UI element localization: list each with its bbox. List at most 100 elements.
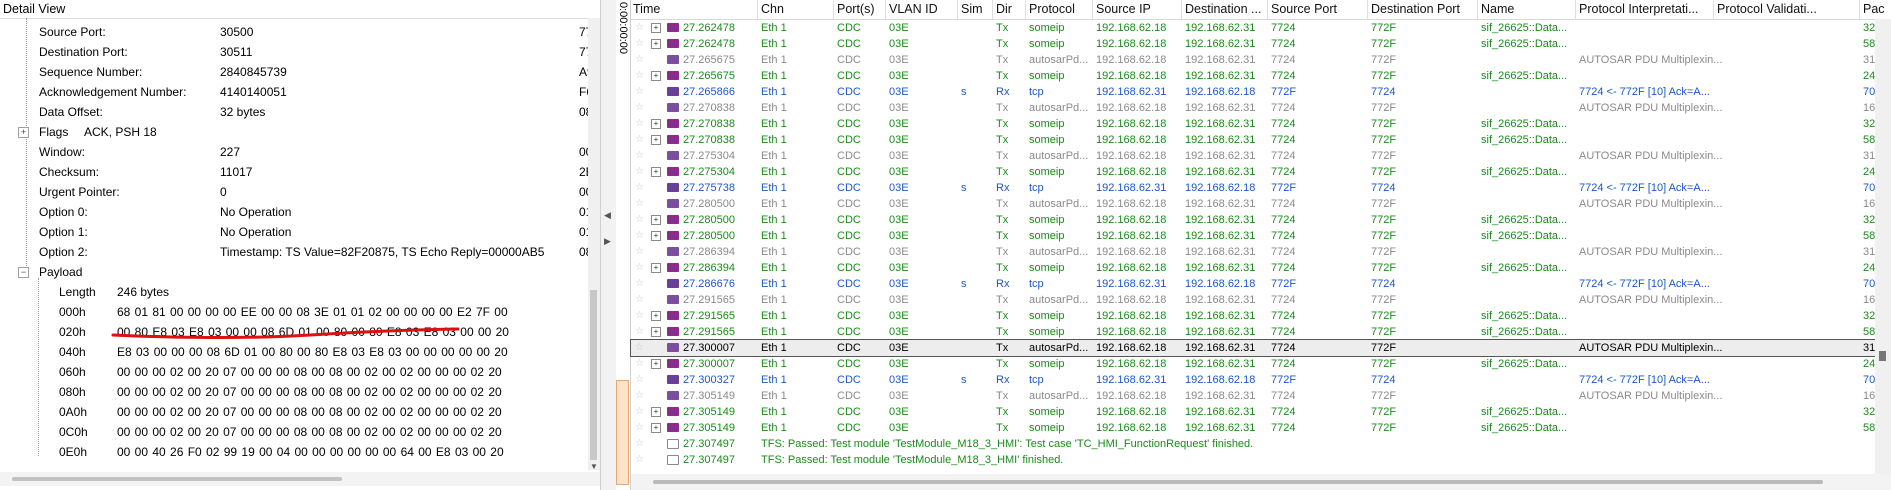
column-header-9[interactable]: Destination ... (1185, 2, 1261, 16)
hex-row[interactable]: 0A0h 00 00 00 02 00 20 07 00 00 00 08 00 … (0, 402, 600, 422)
bookmark-star-icon[interactable]: ☆ (635, 358, 644, 369)
expand-row-icon[interactable]: + (651, 231, 661, 241)
expand-right-arrow-icon[interactable]: ▶ (604, 236, 611, 247)
bookmark-star-icon[interactable]: ☆ (635, 230, 644, 241)
column-separator[interactable] (1713, 0, 1714, 19)
bookmark-star-icon[interactable]: ☆ (635, 390, 644, 401)
detail-field-row[interactable]: Urgent Pointer: 0 00 (0, 182, 600, 202)
hex-row[interactable]: 080h 00 00 00 02 00 20 07 00 00 00 08 00 … (0, 382, 600, 402)
trace-row[interactable]: ☆ 27.305149 Eth 1 CDC 03E Tx autosarPd... 192.1… (631, 388, 1881, 404)
bookmark-star-icon[interactable]: ☆ (635, 406, 644, 417)
hex-row[interactable]: 000h 68 01 81 00 00 00 00 EE 00 00 08 3E … (0, 302, 600, 322)
trace-row[interactable]: ☆ 27.265675 Eth 1 CDC 03E Tx autosarPd... 192.1… (631, 52, 1881, 68)
column-header-2[interactable]: Chn (761, 2, 784, 16)
hex-row[interactable]: 040h E8 03 00 00 00 08 6D 01 00 80 00 80 … (0, 342, 600, 362)
trace-row[interactable]: ☆ 27.275738 Eth 1 CDC 03E s Rx tcp 192.168.62.31… (631, 180, 1875, 196)
hex-row[interactable]: 0E0h 00 00 40 26 F0 02 99 19 00 04 00 00 … (0, 442, 600, 462)
expand-row-icon[interactable]: + (651, 263, 661, 273)
column-separator[interactable] (1575, 0, 1576, 19)
trace-row[interactable]: ☆ 27.286676 Eth 1 CDC 03E s Rx tcp 192.168.62.31… (631, 276, 1875, 292)
bookmark-star-icon[interactable]: ☆ (635, 150, 644, 161)
bookmark-star-icon[interactable]: ☆ (635, 438, 644, 449)
column-separator[interactable] (1367, 0, 1368, 19)
column-separator[interactable] (1477, 0, 1478, 19)
bookmark-star-icon[interactable]: ☆ (635, 454, 644, 465)
expand-row-icon[interactable]: + (651, 215, 661, 225)
expand-row-icon[interactable]: + (651, 359, 661, 369)
trace-row[interactable]: ☆ 27.300327 Eth 1 CDC 03E s Rx tcp 192.168.62.31… (631, 372, 1875, 388)
column-header-7[interactable]: Protocol (1029, 2, 1075, 16)
expand-row-icon[interactable]: + (651, 407, 661, 417)
trace-row[interactable]: ☆ +27.270838 Eth 1 CDC 03E Tx someip 192.168.62… (631, 116, 1875, 132)
bookmark-star-icon[interactable]: ☆ (635, 22, 644, 33)
trace-row-selected[interactable]: ☆ 27.300007 Eth 1 CDC 03E Tx autosarPd... 192.1… (630, 339, 1881, 357)
detail-hscroll-thumb[interactable] (12, 477, 342, 481)
trace-hscroll-thumb[interactable] (653, 480, 1823, 484)
column-separator[interactable] (1267, 0, 1268, 19)
expand-row-icon[interactable]: + (651, 23, 661, 33)
bookmark-star-icon[interactable]: ☆ (635, 342, 644, 353)
test-message-row[interactable]: ☆ 27.307497 TFS: Passed: Test module 'Test… (631, 452, 1875, 468)
trace-row[interactable]: ☆ 27.286394 Eth 1 CDC 03E Tx autosarPd... 192.1… (631, 244, 1881, 260)
column-separator[interactable] (1859, 0, 1860, 19)
detail-field-row[interactable]: Data Offset: 32 bytes 08 (0, 102, 600, 122)
detail-field-row[interactable]: Checksum: 11017 2B (0, 162, 600, 182)
detail-vertical-scrollbar[interactable] (588, 18, 600, 470)
trace-row[interactable]: ☆ +27.305149 Eth 1 CDC 03E Tx someip 192.168.62… (631, 404, 1875, 420)
column-header-6[interactable]: Dir (996, 2, 1012, 16)
trace-row[interactable]: ☆ +27.262478 Eth 1 CDC 03E Tx someip 192.168.62… (631, 36, 1875, 52)
bookmark-star-icon[interactable]: ☆ (635, 166, 644, 177)
trace-scroll-thumb[interactable] (1879, 351, 1886, 361)
scroll-down-arrow-icon[interactable]: ▼ (590, 462, 598, 471)
column-header-13[interactable]: Protocol Interpretati... (1579, 2, 1699, 16)
detail-field-row[interactable]: Option 1: No Operation 01 (0, 222, 600, 242)
detail-field-row[interactable]: Acknowledgement Number: 4140140051 F6 (0, 82, 600, 102)
bookmark-star-icon[interactable]: ☆ (635, 118, 644, 129)
expand-row-icon[interactable]: + (651, 119, 661, 129)
trace-row[interactable]: ☆ +27.270838 Eth 1 CDC 03E Tx someip 192.168.62… (631, 132, 1875, 148)
trace-row[interactable]: ☆ +27.291565 Eth 1 CDC 03E Tx someip 192.168.62… (631, 324, 1875, 340)
column-header-4[interactable]: VLAN ID (889, 2, 938, 16)
trace-row[interactable]: ☆ 27.275304 Eth 1 CDC 03E Tx autosarPd... 192.1… (631, 148, 1881, 164)
detail-scroll-thumb[interactable] (590, 290, 597, 460)
expand-row-icon[interactable]: + (651, 167, 661, 177)
trace-row[interactable]: ☆ +27.280500 Eth 1 CDC 03E Tx someip 192.168.62… (631, 212, 1875, 228)
column-header-11[interactable]: Destination Port (1371, 2, 1460, 16)
column-header-8[interactable]: Source IP (1096, 2, 1151, 16)
column-separator[interactable] (885, 0, 886, 19)
column-separator[interactable] (1181, 0, 1182, 19)
column-separator[interactable] (1025, 0, 1026, 19)
trace-horizontal-scrollbar[interactable] (631, 474, 1891, 490)
column-separator[interactable] (833, 0, 834, 19)
detail-field-row[interactable]: Source Port: 30500 77 (0, 22, 600, 42)
trace-row[interactable]: ☆ +27.291565 Eth 1 CDC 03E Tx someip 192.168.62… (631, 308, 1875, 324)
trace-row[interactable]: ☆ +27.275304 Eth 1 CDC 03E Tx someip 192.168.62… (631, 164, 1881, 180)
bookmark-star-icon[interactable]: ☆ (635, 326, 644, 337)
column-separator[interactable] (957, 0, 958, 19)
trace-row[interactable]: ☆ 27.280500 Eth 1 CDC 03E Tx autosarPd... 192.1… (631, 196, 1881, 212)
bookmark-star-icon[interactable]: ☆ (635, 262, 644, 273)
bookmark-star-icon[interactable]: ☆ (635, 278, 644, 289)
trace-row[interactable]: ☆ +27.280500 Eth 1 CDC 03E Tx someip 192.168.62… (631, 228, 1875, 244)
expand-row-icon[interactable]: + (651, 311, 661, 321)
detail-horizontal-scrollbar[interactable] (0, 472, 600, 486)
bookmark-star-icon[interactable]: ☆ (635, 310, 644, 321)
bookmark-star-icon[interactable]: ☆ (635, 294, 644, 305)
bookmark-star-icon[interactable]: ☆ (635, 38, 644, 49)
column-header-1[interactable]: Time (633, 2, 660, 16)
bookmark-star-icon[interactable]: ☆ (635, 214, 644, 225)
column-header-15[interactable]: Pac (1863, 2, 1885, 16)
column-separator[interactable] (992, 0, 993, 19)
bookmark-star-icon[interactable]: ☆ (635, 246, 644, 257)
column-header-3[interactable]: Port(s) (837, 2, 875, 16)
bookmark-star-icon[interactable]: ☆ (635, 198, 644, 209)
expand-row-icon[interactable]: + (651, 135, 661, 145)
column-header-14[interactable]: Protocol Validati... (1717, 2, 1817, 16)
trace-row[interactable]: ☆ 27.270838 Eth 1 CDC 03E Tx autosarPd... 192.1… (631, 100, 1881, 116)
expand-row-icon[interactable]: + (651, 327, 661, 337)
detail-field-row[interactable]: Option 2: Timestamp: TS Value=82F20875, T… (0, 242, 600, 262)
column-separator[interactable] (757, 0, 758, 19)
expand-row-icon[interactable]: + (651, 423, 661, 433)
bookmark-star-icon[interactable]: ☆ (635, 374, 644, 385)
column-header-12[interactable]: Name (1481, 2, 1514, 16)
